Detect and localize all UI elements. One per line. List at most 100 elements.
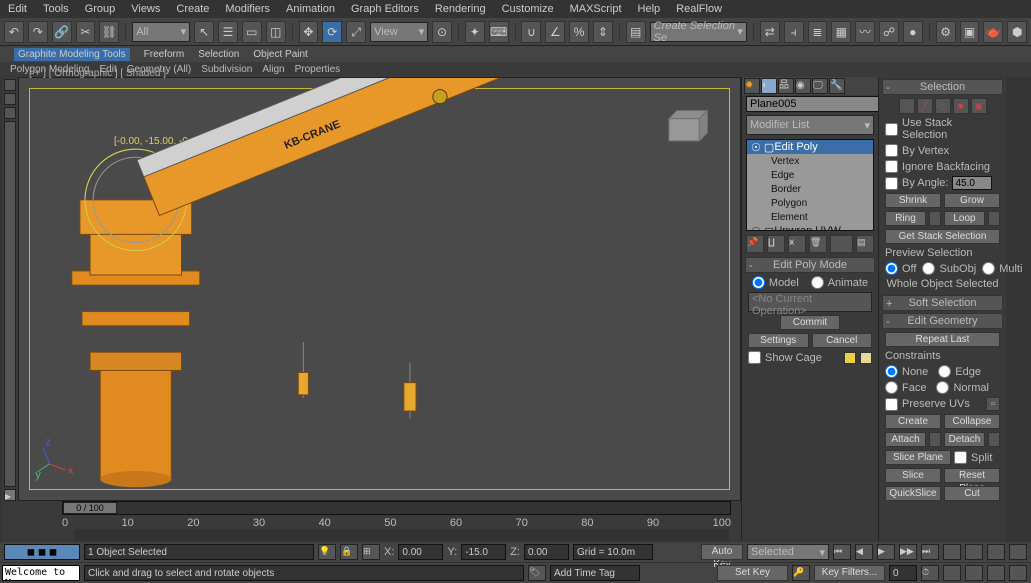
- ring-button[interactable]: Ring: [885, 211, 926, 226]
- selection-filter-dropdown[interactable]: All▾: [132, 22, 190, 42]
- vp-nav-1[interactable]: [943, 544, 961, 560]
- time-config-button[interactable]: ⏱: [921, 565, 939, 581]
- tab-graphite[interactable]: Graphite Modeling Tools: [14, 48, 130, 61]
- mirror-button[interactable]: ⇄: [760, 21, 780, 43]
- object-name-input[interactable]: [746, 96, 896, 112]
- z-input[interactable]: [524, 544, 569, 560]
- constraint-face[interactable]: Face: [885, 381, 926, 394]
- menu-create[interactable]: Create: [176, 3, 209, 15]
- constraint-normal[interactable]: Normal: [936, 381, 988, 394]
- frame-input[interactable]: [889, 565, 917, 581]
- quickslice-button[interactable]: QuickSlice: [885, 486, 941, 501]
- stack-edge[interactable]: Edge: [747, 168, 873, 182]
- goto-start-button[interactable]: ⏮: [833, 544, 851, 560]
- modify-tab[interactable]: ◐: [761, 78, 777, 94]
- by-angle-check[interactable]: By Angle:: [885, 176, 1000, 190]
- menu-animation[interactable]: Animation: [286, 3, 335, 15]
- move-button[interactable]: ✥: [299, 21, 319, 43]
- stack-border[interactable]: Border: [747, 182, 873, 196]
- stack-element[interactable]: Element: [747, 210, 873, 224]
- menu-maxscript[interactable]: MAXScript: [570, 3, 622, 15]
- ignore-backfacing-check[interactable]: Ignore Backfacing: [885, 160, 1000, 173]
- preserve-uvs-settings[interactable]: ▫: [986, 397, 1000, 411]
- select-by-name-button[interactable]: ☰: [218, 21, 238, 43]
- angle-snap-button[interactable]: ∠: [545, 21, 565, 43]
- element-subobj[interactable]: ▣: [971, 98, 987, 114]
- named-sel-set-dropdown[interactable]: Create Selection Se▾: [650, 22, 747, 42]
- menu-edit[interactable]: Edit: [8, 3, 27, 15]
- next-frame-button[interactable]: ▶▶: [899, 544, 917, 560]
- border-subobj[interactable]: ◇: [935, 98, 951, 114]
- show-end-result-button[interactable]: ∐: [767, 235, 785, 253]
- align-button[interactable]: ⫞: [784, 21, 804, 43]
- utilities-tab[interactable]: 🔧: [829, 78, 845, 94]
- realflow-button[interactable]: ⬢: [1007, 21, 1027, 43]
- configure-sets-button[interactable]: ▤: [856, 235, 874, 253]
- motion-tab[interactable]: ◉: [795, 78, 811, 94]
- detach-button[interactable]: Detach: [944, 432, 985, 447]
- tab-freeform[interactable]: Freeform: [144, 49, 185, 60]
- lock-button[interactable]: 🔒: [340, 544, 358, 560]
- link-button[interactable]: 🔗: [52, 21, 72, 43]
- cut-button[interactable]: Cut: [944, 486, 1000, 501]
- keyboard-shortcut-button[interactable]: ⌨: [489, 21, 509, 43]
- preview-multi-radio[interactable]: Multi: [982, 262, 1022, 275]
- curve-editor-button[interactable]: 〰: [855, 21, 875, 43]
- by-vertex-check[interactable]: By Vertex: [885, 144, 1000, 157]
- settings-button[interactable]: Settings: [748, 333, 809, 348]
- edge-subobj[interactable]: ╱: [917, 98, 933, 114]
- vp-tool-1[interactable]: [4, 79, 16, 91]
- modifier-list-dropdown[interactable]: Modifier List▾: [746, 115, 874, 135]
- unlink-button[interactable]: ✂: [76, 21, 96, 43]
- tab-selection[interactable]: Selection: [198, 49, 239, 60]
- keymode-dropdown[interactable]: Selected▾: [747, 544, 829, 560]
- mode-animate-radio[interactable]: Animate: [811, 276, 868, 289]
- vp-nav-7[interactable]: [987, 565, 1005, 581]
- viewport[interactable]: [ + ] [ Orthographic ] [ Shaded ] [-0.00…: [18, 77, 741, 501]
- key-big-button[interactable]: 🔑: [792, 565, 810, 581]
- vp-nav-4[interactable]: [1009, 544, 1027, 560]
- ref-coord-dropdown[interactable]: View▾: [370, 22, 428, 42]
- create-tab[interactable]: ✹: [744, 78, 760, 94]
- render-frame-button[interactable]: ▣: [960, 21, 980, 43]
- menu-modifiers[interactable]: Modifiers: [225, 3, 270, 15]
- percent-snap-button[interactable]: %: [569, 21, 589, 43]
- commit-button[interactable]: Commit: [780, 315, 840, 330]
- named-sel-set-button[interactable]: ▤: [626, 21, 646, 43]
- rotate-button[interactable]: ⟳: [322, 21, 342, 43]
- spinner-snap-button[interactable]: ⇕: [593, 21, 613, 43]
- ring-spinner[interactable]: [929, 211, 941, 226]
- preview-off-radio[interactable]: Off: [885, 262, 916, 275]
- vp-nav-5[interactable]: [943, 565, 961, 581]
- remove-modifier-button[interactable]: 🗑: [809, 235, 827, 253]
- vertex-subobj[interactable]: ∴: [899, 98, 915, 114]
- shrink-button[interactable]: Shrink: [885, 193, 941, 208]
- loop-button[interactable]: Loop: [944, 211, 985, 226]
- maxscript-listener[interactable]: Welcome to M: [2, 565, 80, 581]
- hierarchy-tab[interactable]: 品: [778, 78, 794, 94]
- menu-group[interactable]: Group: [85, 3, 116, 15]
- vp-nav-3[interactable]: [987, 544, 1005, 560]
- edit-poly-mode-header[interactable]: -Edit Poly Mode: [745, 257, 875, 273]
- window-crossing-button[interactable]: ◫: [266, 21, 286, 43]
- create-button[interactable]: Create: [885, 414, 941, 429]
- modifier-stack[interactable]: ☉ ▢ Edit Poly Vertex Edge Border Polygon…: [746, 139, 874, 231]
- vp-nav-2[interactable]: [965, 544, 983, 560]
- cancel-button[interactable]: Cancel: [812, 333, 873, 348]
- bind-button[interactable]: ⛓: [99, 21, 119, 43]
- abs-rel-button[interactable]: ⊞: [362, 544, 380, 560]
- render-button[interactable]: 🫖: [983, 21, 1003, 43]
- preview-subobj-radio[interactable]: SubObj: [922, 262, 976, 275]
- ribbon-toggle-button[interactable]: ▦: [831, 21, 851, 43]
- collapse-button[interactable]: Collapse: [944, 414, 1000, 429]
- attach-list-button[interactable]: [929, 432, 941, 447]
- selection-header[interactable]: -Selection: [882, 79, 1003, 95]
- material-editor-button[interactable]: ●: [903, 21, 923, 43]
- use-stack-sel-check[interactable]: Use Stack Selection: [885, 117, 1000, 141]
- slice-button[interactable]: Slice: [885, 468, 941, 483]
- make-unique-button[interactable]: ⩙: [788, 235, 806, 253]
- vp-tool-2[interactable]: [4, 93, 16, 105]
- attach-button[interactable]: Attach: [885, 432, 926, 447]
- sub-align[interactable]: Align: [262, 64, 284, 75]
- prev-frame-button[interactable]: ◀: [855, 544, 873, 560]
